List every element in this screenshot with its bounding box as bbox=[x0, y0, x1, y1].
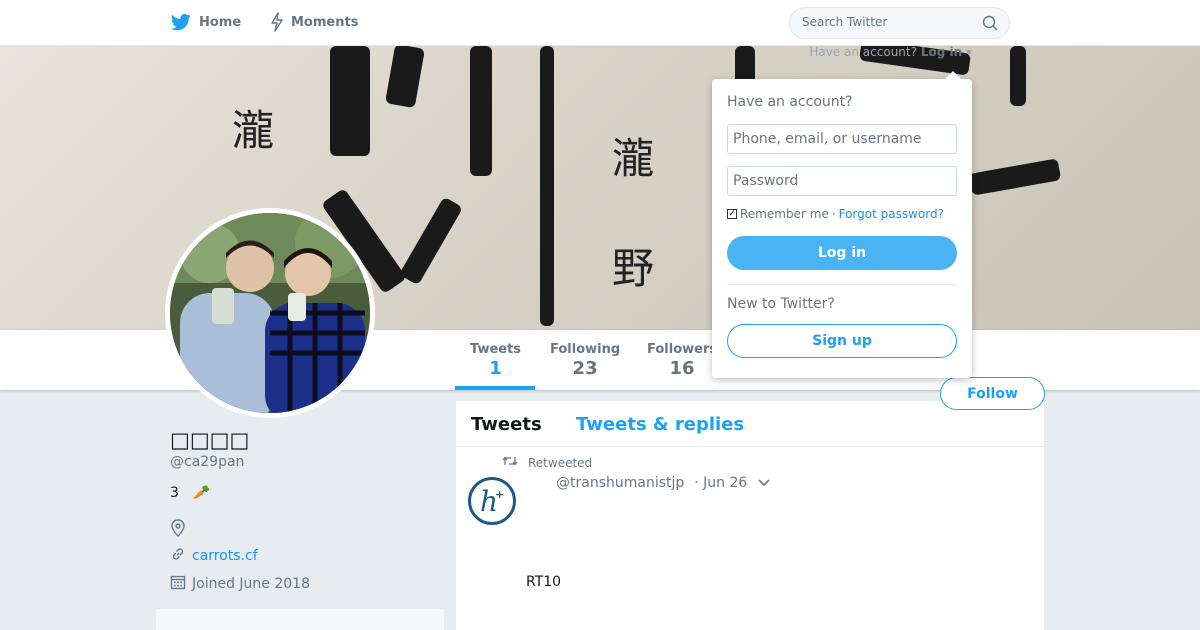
stat-value: 23 bbox=[572, 358, 598, 379]
login-link[interactable]: Have an account? Log in ▾ bbox=[809, 45, 972, 59]
tweet-header: @transhumanistjp · Jun 26 bbox=[556, 475, 771, 491]
profile-joined: Joined June 2018 bbox=[170, 574, 310, 594]
nav-home[interactable]: Home bbox=[170, 12, 241, 32]
stat-following[interactable]: Following 23 bbox=[550, 342, 620, 379]
side-card bbox=[156, 609, 444, 630]
username-field[interactable] bbox=[727, 124, 957, 154]
carrot-emoji: 🥕 bbox=[192, 485, 211, 501]
stat-tweets[interactable]: Tweets 1 bbox=[470, 342, 521, 379]
profile-location bbox=[170, 519, 186, 541]
bio-number: 3 bbox=[170, 485, 179, 501]
profile-name: □□□□ bbox=[170, 428, 250, 452]
twitter-bird-icon bbox=[170, 14, 191, 31]
login-prompt: Have an account? bbox=[809, 45, 917, 59]
password-field[interactable] bbox=[727, 166, 957, 196]
follow-button[interactable]: Follow bbox=[940, 377, 1045, 410]
dropdown-caret bbox=[944, 71, 962, 80]
svg-text:+: + bbox=[495, 488, 504, 501]
tweet-author-avatar[interactable]: h + bbox=[468, 477, 516, 525]
link-icon bbox=[170, 546, 186, 566]
tweet-date[interactable]: · Jun 26 bbox=[694, 475, 747, 491]
nav-moments-label: Moments bbox=[291, 14, 359, 30]
retweeted-label: Retweeted bbox=[528, 455, 593, 470]
calendar-icon bbox=[170, 574, 186, 594]
search-input[interactable] bbox=[802, 15, 972, 29]
dropdown-title: Have an account? bbox=[727, 94, 853, 110]
banner-kanji: 野 bbox=[612, 244, 655, 293]
location-icon bbox=[170, 519, 186, 541]
stat-label: Tweets bbox=[470, 342, 522, 357]
tweet-text: RT10 bbox=[526, 574, 562, 590]
signup-button[interactable]: Sign up bbox=[727, 324, 957, 358]
joined-date: Joined June 2018 bbox=[192, 576, 310, 592]
search-icon[interactable] bbox=[982, 15, 998, 35]
stat-value: 16 bbox=[669, 358, 695, 379]
retweet-context: Retweeted bbox=[502, 455, 592, 470]
avatar[interactable] bbox=[165, 208, 375, 418]
nav-moments[interactable]: Moments bbox=[270, 12, 358, 32]
timeline: Tweets Tweets & replies Retweeted h + @tr… bbox=[456, 401, 1044, 630]
caret-down-icon: ▾ bbox=[965, 45, 972, 59]
tab-tweets[interactable]: Tweets bbox=[471, 414, 542, 435]
profile-bio: 3 🥕 bbox=[170, 485, 210, 501]
login-link-label: Log in bbox=[920, 45, 963, 59]
stat-followers[interactable]: Followers 16 bbox=[647, 342, 717, 379]
login-dropdown: Have an account? ✓ Remember me · Forgot … bbox=[712, 71, 972, 378]
stat-label: Followers bbox=[647, 342, 718, 357]
retweet-icon bbox=[502, 455, 518, 470]
new-to-twitter-label: New to Twitter? bbox=[727, 296, 835, 312]
chevron-down-icon[interactable] bbox=[757, 475, 771, 491]
remember-label: Remember me bbox=[740, 207, 829, 221]
website-link[interactable]: carrots.cf bbox=[192, 548, 258, 564]
lightning-icon bbox=[271, 12, 283, 32]
stat-label: Following bbox=[550, 342, 621, 357]
remember-row: ✓ Remember me · Forgot password? bbox=[727, 207, 944, 221]
remember-separator: · bbox=[831, 207, 836, 221]
login-button[interactable]: Log in bbox=[727, 236, 957, 270]
forgot-password-link[interactable]: Forgot password? bbox=[839, 207, 944, 221]
remember-checkbox[interactable]: ✓ bbox=[727, 209, 737, 219]
banner-kanji: 瀧 bbox=[612, 134, 655, 183]
top-nav: Home Moments bbox=[0, 0, 1200, 46]
tab-tweets-replies[interactable]: Tweets & replies bbox=[576, 414, 744, 435]
profile-handle[interactable]: @ca29pan bbox=[170, 454, 244, 470]
search-box bbox=[789, 7, 1010, 39]
profile-website: carrots.cf bbox=[170, 546, 258, 566]
banner-kanji: 瀧 bbox=[232, 106, 275, 155]
stat-value: 1 bbox=[489, 358, 502, 379]
dropdown-divider bbox=[727, 284, 957, 285]
tweet-author-handle[interactable]: @transhumanistjp bbox=[556, 475, 684, 491]
avatar-photo bbox=[170, 213, 370, 413]
nav-home-label: Home bbox=[199, 14, 242, 30]
active-stat-underline bbox=[455, 386, 535, 390]
